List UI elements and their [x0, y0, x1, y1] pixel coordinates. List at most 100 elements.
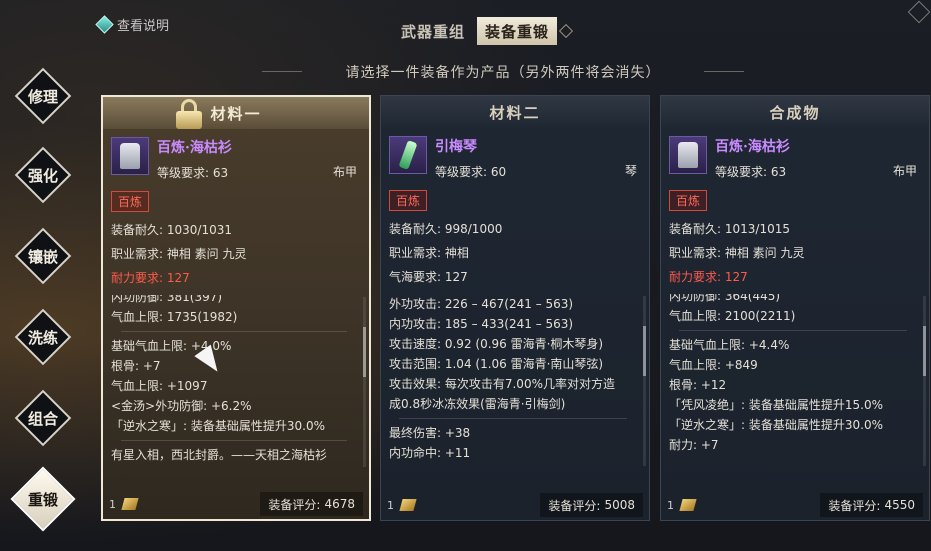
attr-line: 气血上限: 2100(2211): [669, 309, 796, 323]
item-name: 百炼·海枯衫: [715, 139, 790, 155]
panel-footer: 1 装备评分: 4550: [661, 490, 929, 520]
score-label: 装备评分:: [268, 497, 321, 512]
item-type: 琴: [624, 164, 637, 178]
result-panel[interactable]: 合成物 百炼·海枯衫 等级要求: 63 布甲 百炼 装备耐久: 1013/101…: [660, 95, 930, 521]
attr-line: 耐力: +7: [669, 438, 719, 452]
attr-line: 气血上限: 1735(1982): [111, 310, 238, 324]
scrollbar[interactable]: [363, 297, 366, 467]
base-stats: 装备耐久: 1030/1031 职业需求: 神相 素问 九灵 耐力要求: 127: [103, 212, 369, 290]
help-diamond-icon: [95, 14, 114, 34]
attr-line: 根骨: +12: [669, 378, 727, 392]
side-item-enhance[interactable]: 强化: [10, 146, 76, 204]
level-requirement: 等级要求: 60: [435, 165, 507, 179]
attr-line: <金汤>外功防御: +6.2%: [111, 399, 252, 413]
side-item-label: 洗练: [27, 328, 58, 347]
ticket-icon: [399, 499, 417, 511]
side-item-label: 镶嵌: [27, 247, 58, 266]
material-panel-1[interactable]: 材料一 百炼·海枯衫 等级要求: 63 布甲 百炼 装备耐久: 1030/103…: [101, 95, 371, 521]
tab-ornament-icon: [558, 23, 574, 39]
stat-line: 装备耐久: 1013/1015: [669, 222, 790, 236]
side-item-reforge[interactable]: 重锻: [10, 466, 76, 532]
tab-equipment-reforge[interactable]: 装备重锻: [477, 17, 558, 45]
item-count: 1: [387, 498, 394, 512]
side-item-label: 重锻: [27, 490, 58, 509]
quality-tag: 百炼: [389, 190, 428, 211]
equipment-score: 装备评分: 5008: [540, 493, 643, 517]
attr-line: 内功攻击: 185 – 433(241 – 563): [389, 317, 574, 331]
panel-title: 合成物: [661, 96, 929, 128]
attr-line: 外功攻击: 226 – 467(241 – 563): [389, 297, 574, 311]
stat-line: 装备耐久: 1030/1031: [111, 223, 232, 237]
help-label: 查看说明: [117, 18, 170, 34]
attr-line: 基础气血上限: +4.4%: [669, 338, 790, 352]
attr-line: 「凭风凌绝」: 装备基础属性提升15.0%: [669, 398, 883, 412]
attr-line: 基础气血上限: +4.0%: [111, 339, 232, 353]
side-item-refine[interactable]: 洗练: [10, 308, 76, 366]
item-header: 百炼·海枯衫 等级要求: 63 布甲: [103, 129, 369, 191]
base-stats: 装备耐久: 998/1000 职业需求: 神相 气海要求: 127: [381, 211, 649, 289]
robe-icon[interactable]: [669, 136, 707, 174]
attr-line: 内功防御: 364(445): [669, 294, 781, 303]
stat-line: 气海要求: 127: [389, 270, 468, 284]
side-item-label: 强化: [27, 166, 58, 185]
panel-title: 材料一: [103, 97, 369, 129]
material-panel-2[interactable]: 材料二 引梅琴 等级要求: 60 琴 百炼 装备耐久: 998/1000 职业需…: [380, 95, 650, 521]
attribute-scroll-area[interactable]: 内功防御: 364(445) 气血上限: 2100(2211) 基础气血上限: …: [661, 294, 929, 474]
score-value: 4550: [884, 498, 915, 512]
item-info: 百炼·海枯衫 等级要求: 63 布甲: [715, 136, 929, 180]
item-count: 1: [109, 497, 116, 511]
flavor-text: 有星入相，西北封爵。——天相之海枯衫: [111, 448, 328, 462]
item-info: 百炼·海枯衫 等级要求: 63 布甲: [157, 137, 369, 181]
attr-line: 根骨: +7: [111, 359, 161, 373]
tab-weapon-regroup[interactable]: 武器重组: [393, 17, 473, 45]
robe-icon[interactable]: [111, 137, 149, 175]
item-type: 布甲: [332, 165, 357, 179]
item-type: 布甲: [892, 164, 917, 178]
side-item-repair[interactable]: 修理: [10, 67, 76, 125]
lock-icon[interactable]: [175, 99, 203, 129]
attr-line: 攻击速度: 0.92 (0.96 雷海青·桐木琴身): [389, 337, 604, 351]
side-item-combine[interactable]: 组合: [10, 389, 76, 447]
attr-line: 攻击效果: 每次攻击有7.00%几率对对方造: [389, 377, 615, 391]
divider: [399, 418, 627, 419]
side-item-label: 修理: [27, 87, 58, 106]
item-header: 百炼·海枯衫 等级要求: 63 布甲: [661, 128, 929, 190]
score-value: 4678: [324, 497, 355, 511]
equipment-score: 装备评分: 4550: [820, 493, 923, 517]
attr-line: 「逆水之寒」: 装备基础属性提升30.0%: [669, 418, 883, 432]
attr-line: 内功命中: +11: [389, 446, 471, 460]
scrollbar[interactable]: [643, 296, 646, 466]
attr-line: 气血上限: +1097: [111, 379, 208, 393]
side-item-inlay[interactable]: 镶嵌: [10, 227, 76, 285]
attr-line: 成0.8秒冰冻效果(雷海青·引梅剑): [389, 397, 566, 411]
panel-footer: 1 装备评分: 4678: [103, 489, 369, 519]
score-label: 装备评分:: [828, 498, 881, 513]
stat-line: 装备耐久: 998/1000: [389, 222, 503, 236]
attr-line: 气血上限: +849: [669, 358, 758, 372]
attribute-scroll-area[interactable]: 外功攻击: 226 – 467(241 – 563) 内功攻击: 185 – 4…: [381, 294, 649, 474]
stat-line: 职业需求: 神相 素问 九灵: [111, 247, 247, 261]
score-label: 装备评分:: [548, 498, 601, 513]
item-name: 百炼·海枯衫: [157, 140, 232, 156]
item-count: 1: [667, 498, 674, 512]
stat-line: 耐力要求: 127: [111, 271, 190, 285]
scrollbar[interactable]: [923, 296, 926, 466]
attr-line: 最终伤害: +38: [389, 426, 471, 440]
qin-icon[interactable]: [389, 136, 427, 174]
base-stats: 装备耐久: 1013/1015 职业需求: 神相 素问 九灵 耐力要求: 127: [661, 211, 929, 289]
stat-line: 职业需求: 神相: [389, 246, 469, 260]
top-tabs: 武器重组 装备重锻: [393, 17, 574, 45]
item-name: 引梅琴: [435, 139, 477, 155]
attr-line: 内功防御: 381(397): [111, 295, 223, 304]
attribute-scroll-area[interactable]: 内功防御: 381(397) 气血上限: 1735(1982) 基础气血上限: …: [103, 295, 369, 475]
ticket-icon: [121, 498, 139, 510]
instruction-text: 请选择一件装备作为产品（另外两件将会消失）: [258, 62, 748, 82]
quality-tag: 百炼: [669, 190, 708, 211]
side-item-label: 组合: [27, 409, 58, 428]
panel-title: 材料二: [381, 96, 649, 128]
stat-line: 耐力要求: 127: [669, 270, 748, 284]
help-link[interactable]: 查看说明: [95, 14, 170, 34]
divider: [121, 440, 347, 441]
ticket-icon: [679, 499, 697, 511]
attr-line: 「逆水之寒」: 装备基础属性提升30.0%: [111, 419, 325, 433]
